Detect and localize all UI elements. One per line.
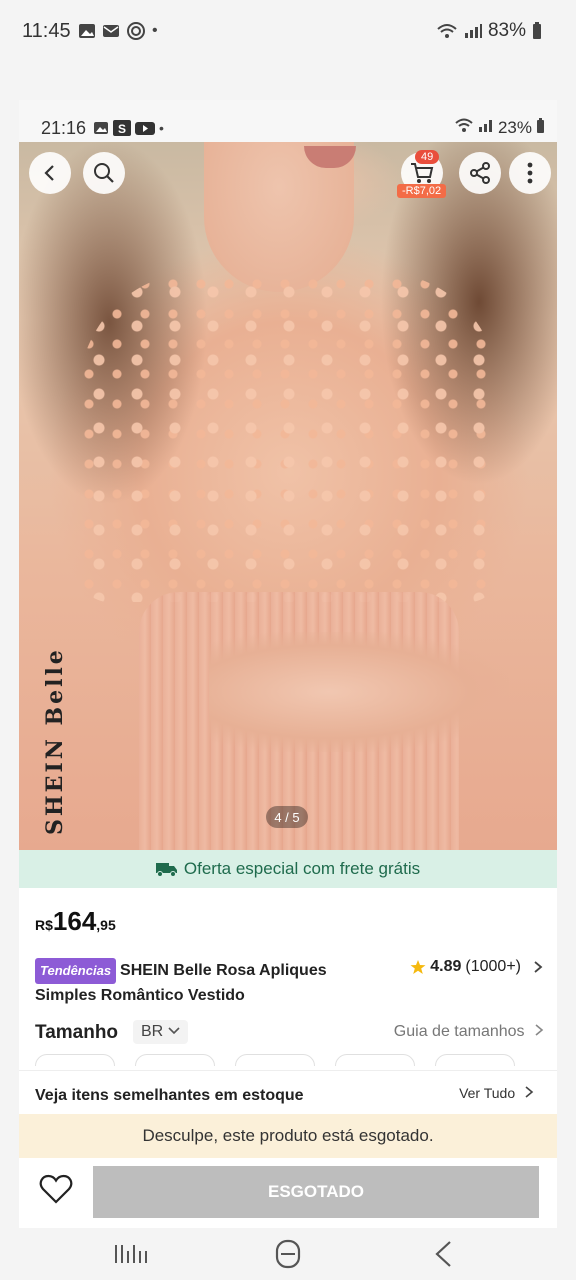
share-icon [470, 162, 490, 184]
size-chip[interactable] [235, 1054, 315, 1066]
dot-icon: • [152, 22, 158, 39]
size-chip[interactable] [35, 1054, 115, 1066]
svg-text:S: S [118, 122, 126, 136]
similar-items-row: Veja itens semelhantes em estoque Ver Tu… [19, 1070, 557, 1114]
free-shipping-banner[interactable]: Oferta especial com frete grátis [19, 850, 557, 888]
image-pager: 4 / 5 [266, 806, 308, 828]
size-chip[interactable] [335, 1054, 415, 1066]
cart-discount-badge: -R$7,02 [397, 184, 447, 198]
outer-clock: 11:45 [22, 20, 71, 42]
chevron-right-icon [534, 961, 543, 973]
view-all-link[interactable]: Ver Tudo [459, 1085, 535, 1101]
chevron-left-icon [44, 165, 54, 181]
signal-icon [464, 24, 482, 38]
wifi-icon [437, 24, 457, 38]
brand-watermark: SHEIN Belle [42, 647, 68, 835]
photo-model-hands [209, 632, 509, 752]
size-region-select[interactable]: BR [133, 1020, 188, 1044]
app-screen: 21:16 S • 23% SHEIN Belle 49 -R$7,02 4 /… [19, 100, 557, 1228]
dot-icon: • [159, 120, 164, 136]
similar-items-title: Veja itens semelhantes em estoque [35, 1087, 304, 1104]
battery-icon [533, 22, 541, 39]
cart-count-badge: 49 [415, 150, 440, 164]
review-count: (1000+) [465, 958, 521, 975]
cart-icon [411, 163, 434, 183]
home-icon [275, 1239, 301, 1269]
bottom-action-bar: ESGOTADO [19, 1158, 557, 1228]
mail-icon [103, 25, 119, 37]
share-button[interactable] [459, 152, 501, 194]
wifi-icon [455, 118, 473, 132]
price-currency: R$ [35, 917, 53, 933]
shein-app-icon: S [113, 120, 131, 136]
photo-floral-applique [79, 272, 499, 602]
more-vertical-icon [527, 162, 533, 184]
home-button[interactable] [268, 1238, 308, 1270]
trend-badge: Tendências [35, 958, 117, 984]
search-button[interactable] [83, 152, 125, 194]
price-decimal: ,95 [96, 917, 116, 933]
rating-value: 4.89 [430, 958, 462, 975]
soldout-notice: Desculpe, este produto está esgotado. [19, 1114, 557, 1158]
back-button[interactable] [29, 152, 71, 194]
view-all-text: Ver Tudo [459, 1085, 516, 1101]
heart-icon [39, 1174, 73, 1204]
chevron-right-icon [525, 1086, 534, 1098]
rating-summary[interactable]: 4.89 (1000+) [410, 958, 545, 976]
size-guide-link[interactable]: Guia de tamanhos [394, 1023, 545, 1041]
truck-icon [155, 863, 177, 877]
wishlist-button[interactable] [37, 1170, 75, 1208]
product-price: R$164,95 [35, 906, 116, 937]
gallery-icon [79, 24, 95, 38]
product-title-block: Tendências SHEIN Belle Rosa Apliques Simp… [35, 958, 355, 1008]
target-icon [127, 22, 145, 40]
outer-status-bar: 11:45 • 83% [0, 0, 576, 66]
size-options [35, 1054, 545, 1066]
recent-apps-icon [115, 1245, 147, 1263]
inner-battery-text: 23% [497, 118, 532, 137]
recent-apps-button[interactable] [112, 1238, 152, 1270]
product-image[interactable]: SHEIN Belle 49 -R$7,02 4 / 5 [19, 142, 557, 850]
inner-status-bar: 21:16 S • 23% [19, 100, 557, 142]
star-icon [410, 960, 426, 974]
signal-icon [478, 120, 492, 132]
system-nav-bar [0, 1228, 576, 1280]
youtube-icon [135, 122, 155, 135]
gallery-icon [94, 122, 108, 134]
back-nav-button[interactable] [424, 1238, 464, 1270]
size-chip[interactable] [135, 1054, 215, 1066]
size-label: Tamanho [35, 1022, 119, 1043]
size-guide-text: Guia de tamanhos [393, 1023, 525, 1040]
outer-battery-text: 83% [487, 20, 526, 41]
price-integer: 164 [52, 906, 97, 936]
size-chip[interactable] [435, 1054, 515, 1066]
size-row: Tamanho BR Guia de tamanhos [35, 1020, 545, 1050]
product-title-row: Tendências SHEIN Belle Rosa Apliques Simp… [35, 958, 545, 1008]
inner-clock: 21:16 [41, 118, 87, 138]
more-options-button[interactable] [509, 152, 551, 194]
chevron-right-icon [535, 1024, 544, 1036]
size-region-value: BR [141, 1023, 164, 1040]
chevron-down-icon [168, 1027, 180, 1035]
soldout-button[interactable]: ESGOTADO [93, 1166, 539, 1218]
free-shipping-text: Oferta especial com frete grátis [183, 859, 421, 878]
battery-icon [537, 118, 544, 133]
search-icon [94, 163, 114, 183]
back-nav-icon [435, 1241, 451, 1267]
